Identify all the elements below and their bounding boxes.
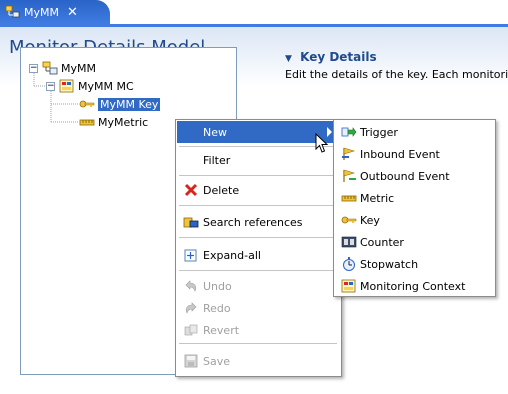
submenu-item-label: Outbound Event [360, 169, 450, 183]
submenu-item-label: Monitoring Context [360, 279, 466, 293]
submenu-item-inbound-event[interactable]: Inbound Event [335, 143, 494, 165]
menu-separator [179, 175, 337, 176]
monitoring-context-icon [341, 279, 357, 293]
inbound-event-icon [341, 147, 357, 161]
close-icon[interactable]: ✕ [67, 5, 78, 20]
menu-item-label: Undo [203, 279, 232, 293]
tree-item-label: MyMetric [98, 115, 149, 129]
submenu-item-counter[interactable]: Counter [335, 231, 494, 253]
menu-item-label: Delete [203, 183, 240, 197]
key-icon [341, 213, 357, 227]
menu-separator [179, 146, 337, 147]
trigger-icon [341, 125, 357, 139]
menu-item-label: New [203, 125, 227, 139]
menu-separator [179, 237, 337, 238]
menu-item-redo[interactable]: Redo [177, 297, 340, 319]
submenu-item-trigger[interactable]: Trigger [335, 121, 494, 143]
search-references-icon [183, 215, 199, 229]
context-menu: New Filter Delete Search references Expa… [175, 119, 342, 377]
menu-item-label: Expand-all [203, 248, 261, 262]
submenu-item-label: Trigger [360, 125, 398, 139]
delete-icon [183, 183, 199, 197]
menu-item-revert[interactable]: Revert [177, 319, 340, 341]
submenu-item-label: Stopwatch [360, 257, 419, 271]
key-details-description: Edit the details of the key. Each monito… [285, 68, 508, 81]
key-details-header[interactable]: ▼ Key Details [285, 50, 377, 64]
tab-label: MyMM [24, 5, 59, 19]
counter-icon [341, 235, 357, 249]
submenu-item-monitoring-context[interactable]: Monitoring Context [335, 275, 494, 297]
tab-mymm[interactable]: MyMM ✕ [0, 0, 110, 24]
model-icon [5, 5, 20, 18]
new-submenu: Trigger Inbound Event Outbound Event Met… [333, 119, 496, 297]
submenu-item-stopwatch[interactable]: Stopwatch [335, 253, 494, 275]
tab-strip: MyMM ✕ [0, 0, 508, 24]
expand-all-icon [183, 248, 199, 262]
menu-item-label: Save [203, 354, 231, 368]
menu-item-search-references[interactable]: Search references [177, 211, 340, 233]
menu-item-label: Filter [203, 153, 231, 167]
menu-item-label: Search references [203, 215, 303, 229]
menu-item-label: Revert [203, 323, 240, 337]
menu-item-save[interactable]: Save [177, 350, 340, 372]
key-details-title: Key Details [300, 50, 377, 64]
save-icon [183, 354, 199, 368]
submenu-item-key[interactable]: Key [335, 209, 494, 231]
menu-item-delete[interactable]: Delete [177, 179, 340, 201]
submenu-item-label: Key [360, 213, 380, 227]
menu-item-label: Redo [203, 301, 231, 315]
menu-item-expand-all[interactable]: Expand-all [177, 244, 340, 266]
collapse-caret-icon[interactable]: ▼ [285, 54, 292, 64]
metric-icon [341, 191, 357, 205]
redo-icon [183, 301, 199, 315]
menu-separator [179, 270, 337, 271]
submenu-item-label: Counter [360, 235, 404, 249]
tree-lines [33, 73, 79, 123]
submenu-item-label: Inbound Event [360, 147, 440, 161]
menu-separator [179, 343, 337, 344]
stopwatch-icon [341, 257, 357, 271]
menu-item-undo[interactable]: Undo [177, 275, 340, 297]
submenu-item-label: Metric [360, 191, 395, 205]
submenu-item-metric[interactable]: Metric [335, 187, 494, 209]
tree-item-label: MyMM Key [98, 97, 161, 111]
undo-icon [183, 279, 199, 293]
menu-separator [179, 205, 337, 206]
revert-icon [183, 323, 199, 337]
mouse-cursor-icon [315, 133, 329, 153]
submenu-item-outbound-event[interactable]: Outbound Event [335, 165, 494, 187]
outbound-event-icon [341, 169, 357, 183]
